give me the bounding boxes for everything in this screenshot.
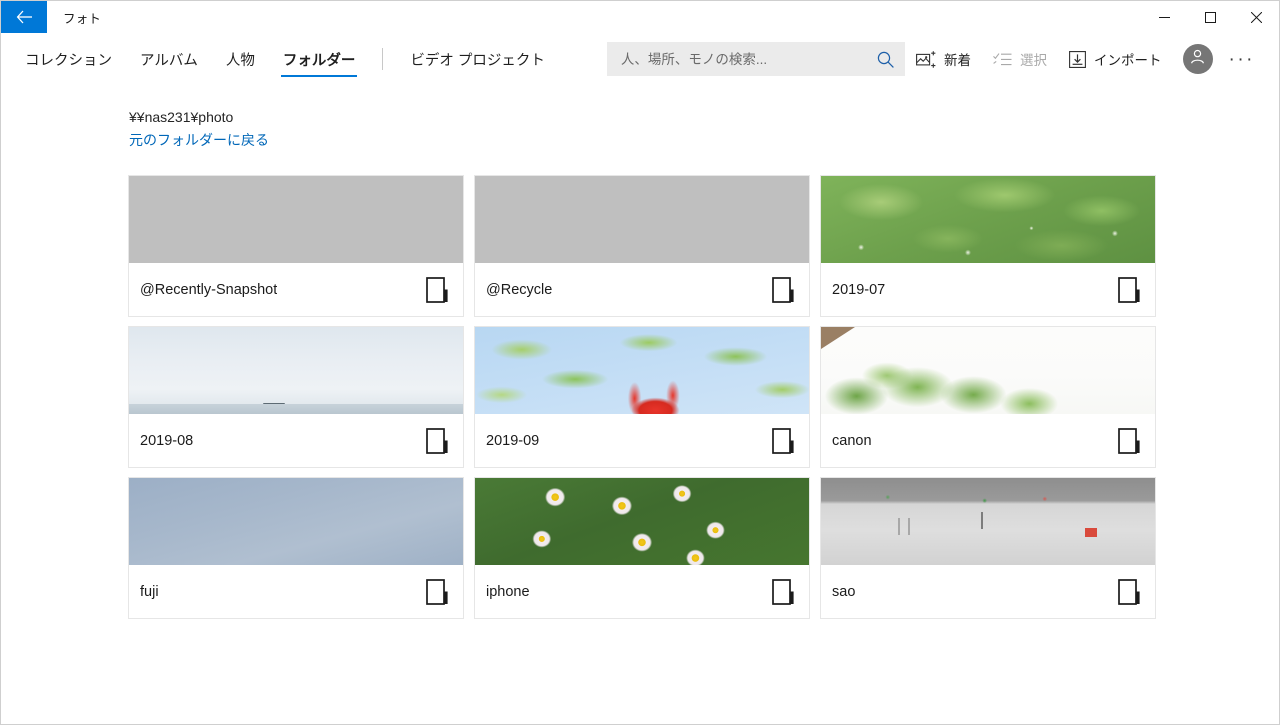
toolbar-actions: 新着 選択 インポート ··· [905, 42, 1265, 76]
folder-card-body: sao [821, 565, 1155, 618]
new-photos-label: 新着 [944, 53, 972, 68]
folder-card[interactable]: 2019-08 [128, 326, 464, 468]
maximize-button[interactable] [1187, 1, 1233, 33]
folder-thumbnail [821, 327, 1155, 414]
folder-thumbnail [475, 478, 809, 565]
new-photos-button[interactable]: 新着 [905, 42, 982, 76]
folder-thumbnail [821, 478, 1155, 565]
folder-card[interactable]: @Recently-Snapshot [128, 175, 464, 317]
folder-path: ¥¥nas231¥photo [129, 109, 234, 125]
app-title: フォト [63, 11, 102, 26]
folder-card[interactable]: fuji [128, 477, 464, 619]
tab-separator [382, 48, 384, 70]
close-button[interactable] [1233, 1, 1279, 33]
folder-card[interactable]: 2019-07 [820, 175, 1156, 317]
folder-icon [772, 427, 795, 454]
folder-name: 2019-07 [832, 281, 886, 298]
folder-icon [1118, 276, 1141, 303]
folder-card-body: 2019-08 [129, 414, 463, 467]
back-button[interactable] [1, 1, 47, 33]
tab-label: ビデオ プロジェクト [410, 52, 545, 69]
new-photos-icon [916, 50, 936, 68]
active-tab-underline [280, 75, 358, 77]
search-icon[interactable] [876, 50, 895, 69]
tab-label: アルバム [140, 52, 198, 69]
folder-grid: @Recently-Snapshot @Recycle 2019-07 2019… [128, 175, 1156, 619]
back-to-parent-link[interactable]: 元のフォルダーに戻る [129, 129, 269, 151]
tab-label: 人物 [225, 52, 255, 69]
folder-thumbnail [475, 176, 809, 263]
thumb-detail [262, 403, 285, 408]
folder-card-body: 2019-09 [475, 414, 809, 467]
select-icon [993, 52, 1012, 67]
title-bar-drag-region [101, 1, 1141, 33]
tab-albums[interactable]: アルバム [126, 33, 212, 85]
folder-card[interactable]: @Recycle [474, 175, 810, 317]
thumb-detail [981, 512, 984, 529]
folder-card-body: @Recycle [475, 263, 809, 316]
folder-name: 2019-08 [140, 432, 194, 449]
folder-icon [772, 276, 795, 303]
tab-people[interactable]: 人物 [212, 33, 269, 85]
account-avatar[interactable] [1182, 44, 1213, 74]
breadcrumb: ¥¥nas231¥photo 元のフォルダーに戻る [1, 85, 1279, 151]
select-button[interactable]: 選択 [982, 42, 1058, 76]
folder-card-body: 2019-07 [821, 263, 1155, 316]
search-input[interactable] [620, 51, 877, 67]
folder-card[interactable]: sao [820, 477, 1156, 619]
folder-name: sao [832, 583, 856, 600]
folder-icon [426, 276, 449, 303]
more-options-button[interactable]: ··· [1219, 44, 1265, 75]
minimize-button[interactable] [1141, 1, 1187, 33]
folder-name: 2019-09 [486, 432, 540, 449]
navigation-toolbar: コレクション アルバム 人物 フォルダー ビデオ プロジェクト 人、場所、モノの… [1, 33, 1279, 85]
tab-collection[interactable]: コレクション [11, 33, 126, 85]
tab-video-projects[interactable]: ビデオ プロジェクト [396, 33, 559, 85]
folder-card[interactable]: canon [820, 326, 1156, 468]
folder-icon [426, 578, 449, 605]
folder-name: canon [832, 432, 872, 449]
tab-label: フォルダー [282, 52, 356, 69]
folder-card[interactable]: iphone [474, 477, 810, 619]
window-controls [1141, 1, 1279, 33]
folder-card-body: fuji [129, 565, 463, 618]
tab-label: コレクション [25, 52, 112, 69]
folder-thumbnail [129, 327, 463, 414]
search-box[interactable] [606, 42, 906, 76]
folder-card[interactable]: 2019-09 [474, 326, 810, 468]
folder-thumbnail [129, 478, 463, 565]
import-button[interactable]: インポート [1058, 42, 1173, 76]
folder-icon [426, 427, 449, 454]
import-label: インポート [1094, 53, 1162, 68]
folder-card-body: canon [821, 414, 1155, 467]
tab-list: コレクション アルバム 人物 フォルダー ビデオ プロジェクト [11, 33, 559, 85]
photos-app-window: フォト コレクション アルバム 人物 フォルダー ビデオ プロジェクト 人、場所… [0, 0, 1280, 725]
folder-name: @Recycle [486, 281, 553, 298]
thumb-detail [897, 518, 900, 535]
thumb-detail [907, 518, 910, 535]
folder-thumbnail [821, 176, 1155, 263]
select-label: 選択 [1020, 53, 1048, 68]
folder-icon [772, 578, 795, 605]
folder-icon [1118, 578, 1141, 605]
folder-thumbnail [129, 176, 463, 263]
import-icon [1069, 50, 1086, 68]
folder-view: ¥¥nas231¥photo 元のフォルダーに戻る @Recently-Snap… [1, 85, 1279, 619]
title-bar: フォト [1, 1, 1279, 33]
folder-card-body: @Recently-Snapshot [129, 263, 463, 316]
tab-folders[interactable]: フォルダー [269, 33, 370, 85]
folder-name: @Recently-Snapshot [140, 281, 278, 298]
thumb-detail [1084, 528, 1097, 537]
folder-name: iphone [486, 583, 530, 600]
folder-thumbnail [475, 327, 809, 414]
folder-name: fuji [140, 583, 159, 600]
person-avatar-icon [1189, 48, 1206, 70]
folder-icon [1118, 427, 1141, 454]
folder-card-body: iphone [475, 565, 809, 618]
